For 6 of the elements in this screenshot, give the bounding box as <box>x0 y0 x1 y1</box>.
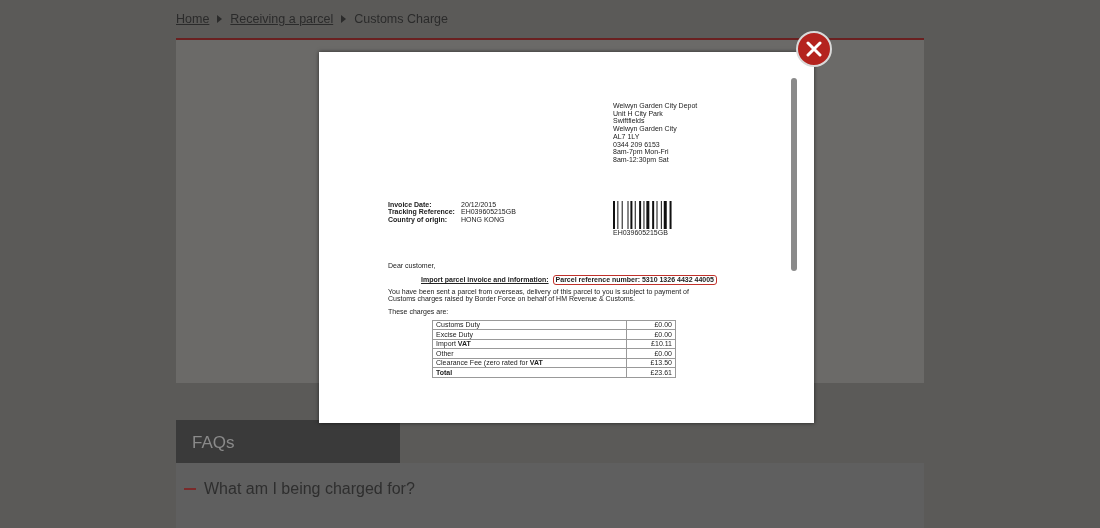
close-icon <box>806 41 822 57</box>
scrollbar[interactable] <box>791 78 797 271</box>
close-button[interactable] <box>796 31 832 67</box>
faq-tab[interactable]: FAQs <box>176 420 400 463</box>
breadcrumb-separator-icon <box>217 15 223 23</box>
breadcrumb-separator-icon <box>341 15 347 23</box>
